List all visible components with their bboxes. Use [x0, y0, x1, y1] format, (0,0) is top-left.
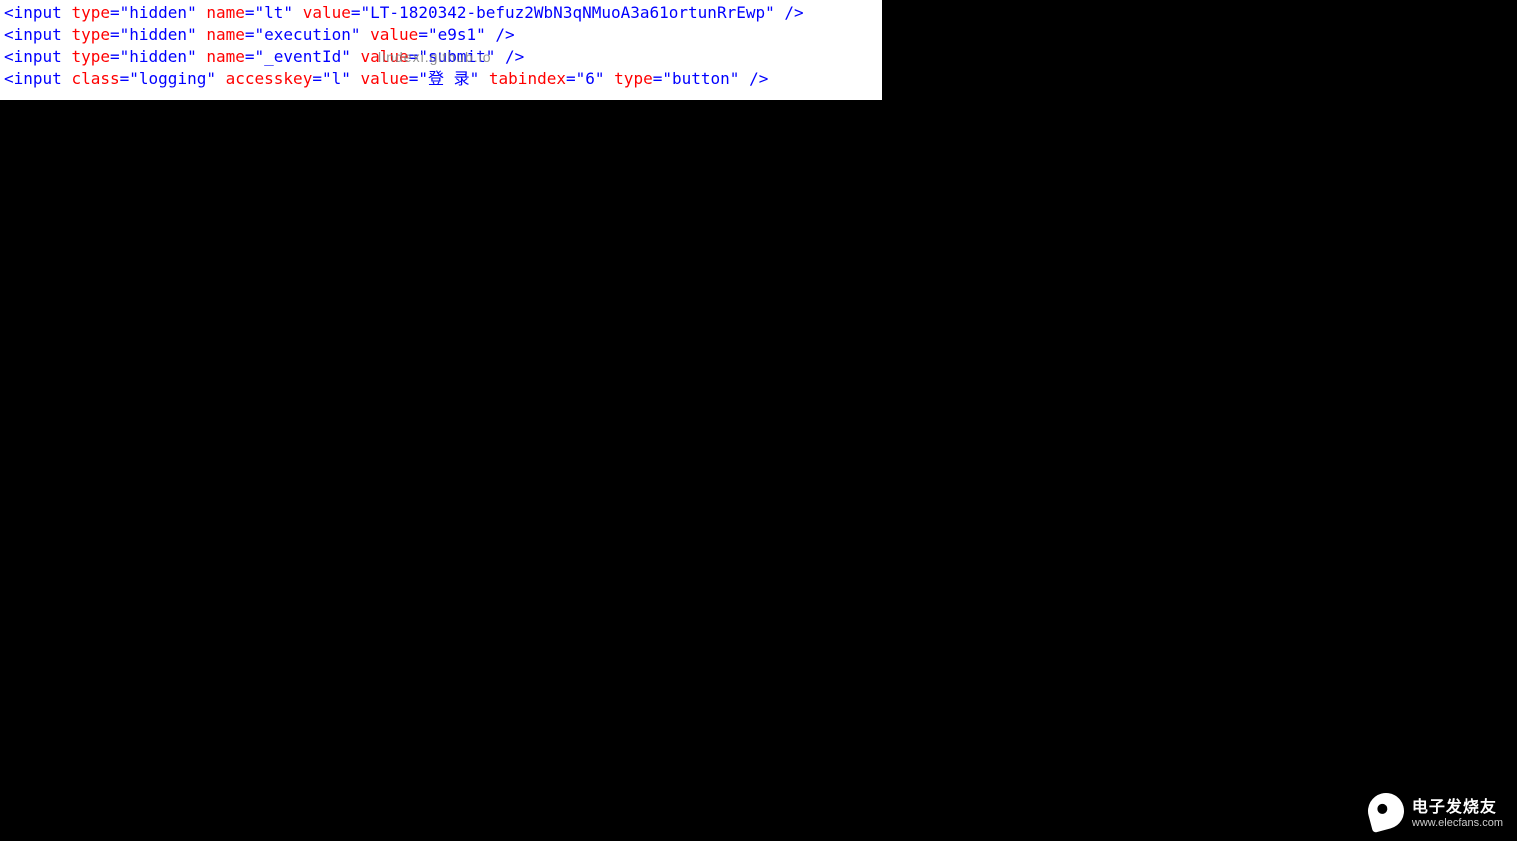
brand-url: www.elecfans.com	[1412, 817, 1503, 829]
code-line-3: <input type="hidden" name="_eventId" val…	[4, 46, 878, 68]
brand-name-cn: 电子发烧友	[1412, 793, 1503, 817]
footer-logo: 电子发烧友 www.elecfans.com	[1368, 793, 1503, 829]
code-panel: <input type="hidden" name="lt" value="LT…	[0, 0, 882, 100]
code-line-2: <input type="hidden" name="execution" va…	[4, 24, 878, 46]
code-line-1: <input type="hidden" name="lt" value="LT…	[4, 2, 878, 24]
code-line-4: <input class="logging" accesskey="l" val…	[4, 68, 878, 90]
elecfans-icon	[1364, 789, 1408, 833]
